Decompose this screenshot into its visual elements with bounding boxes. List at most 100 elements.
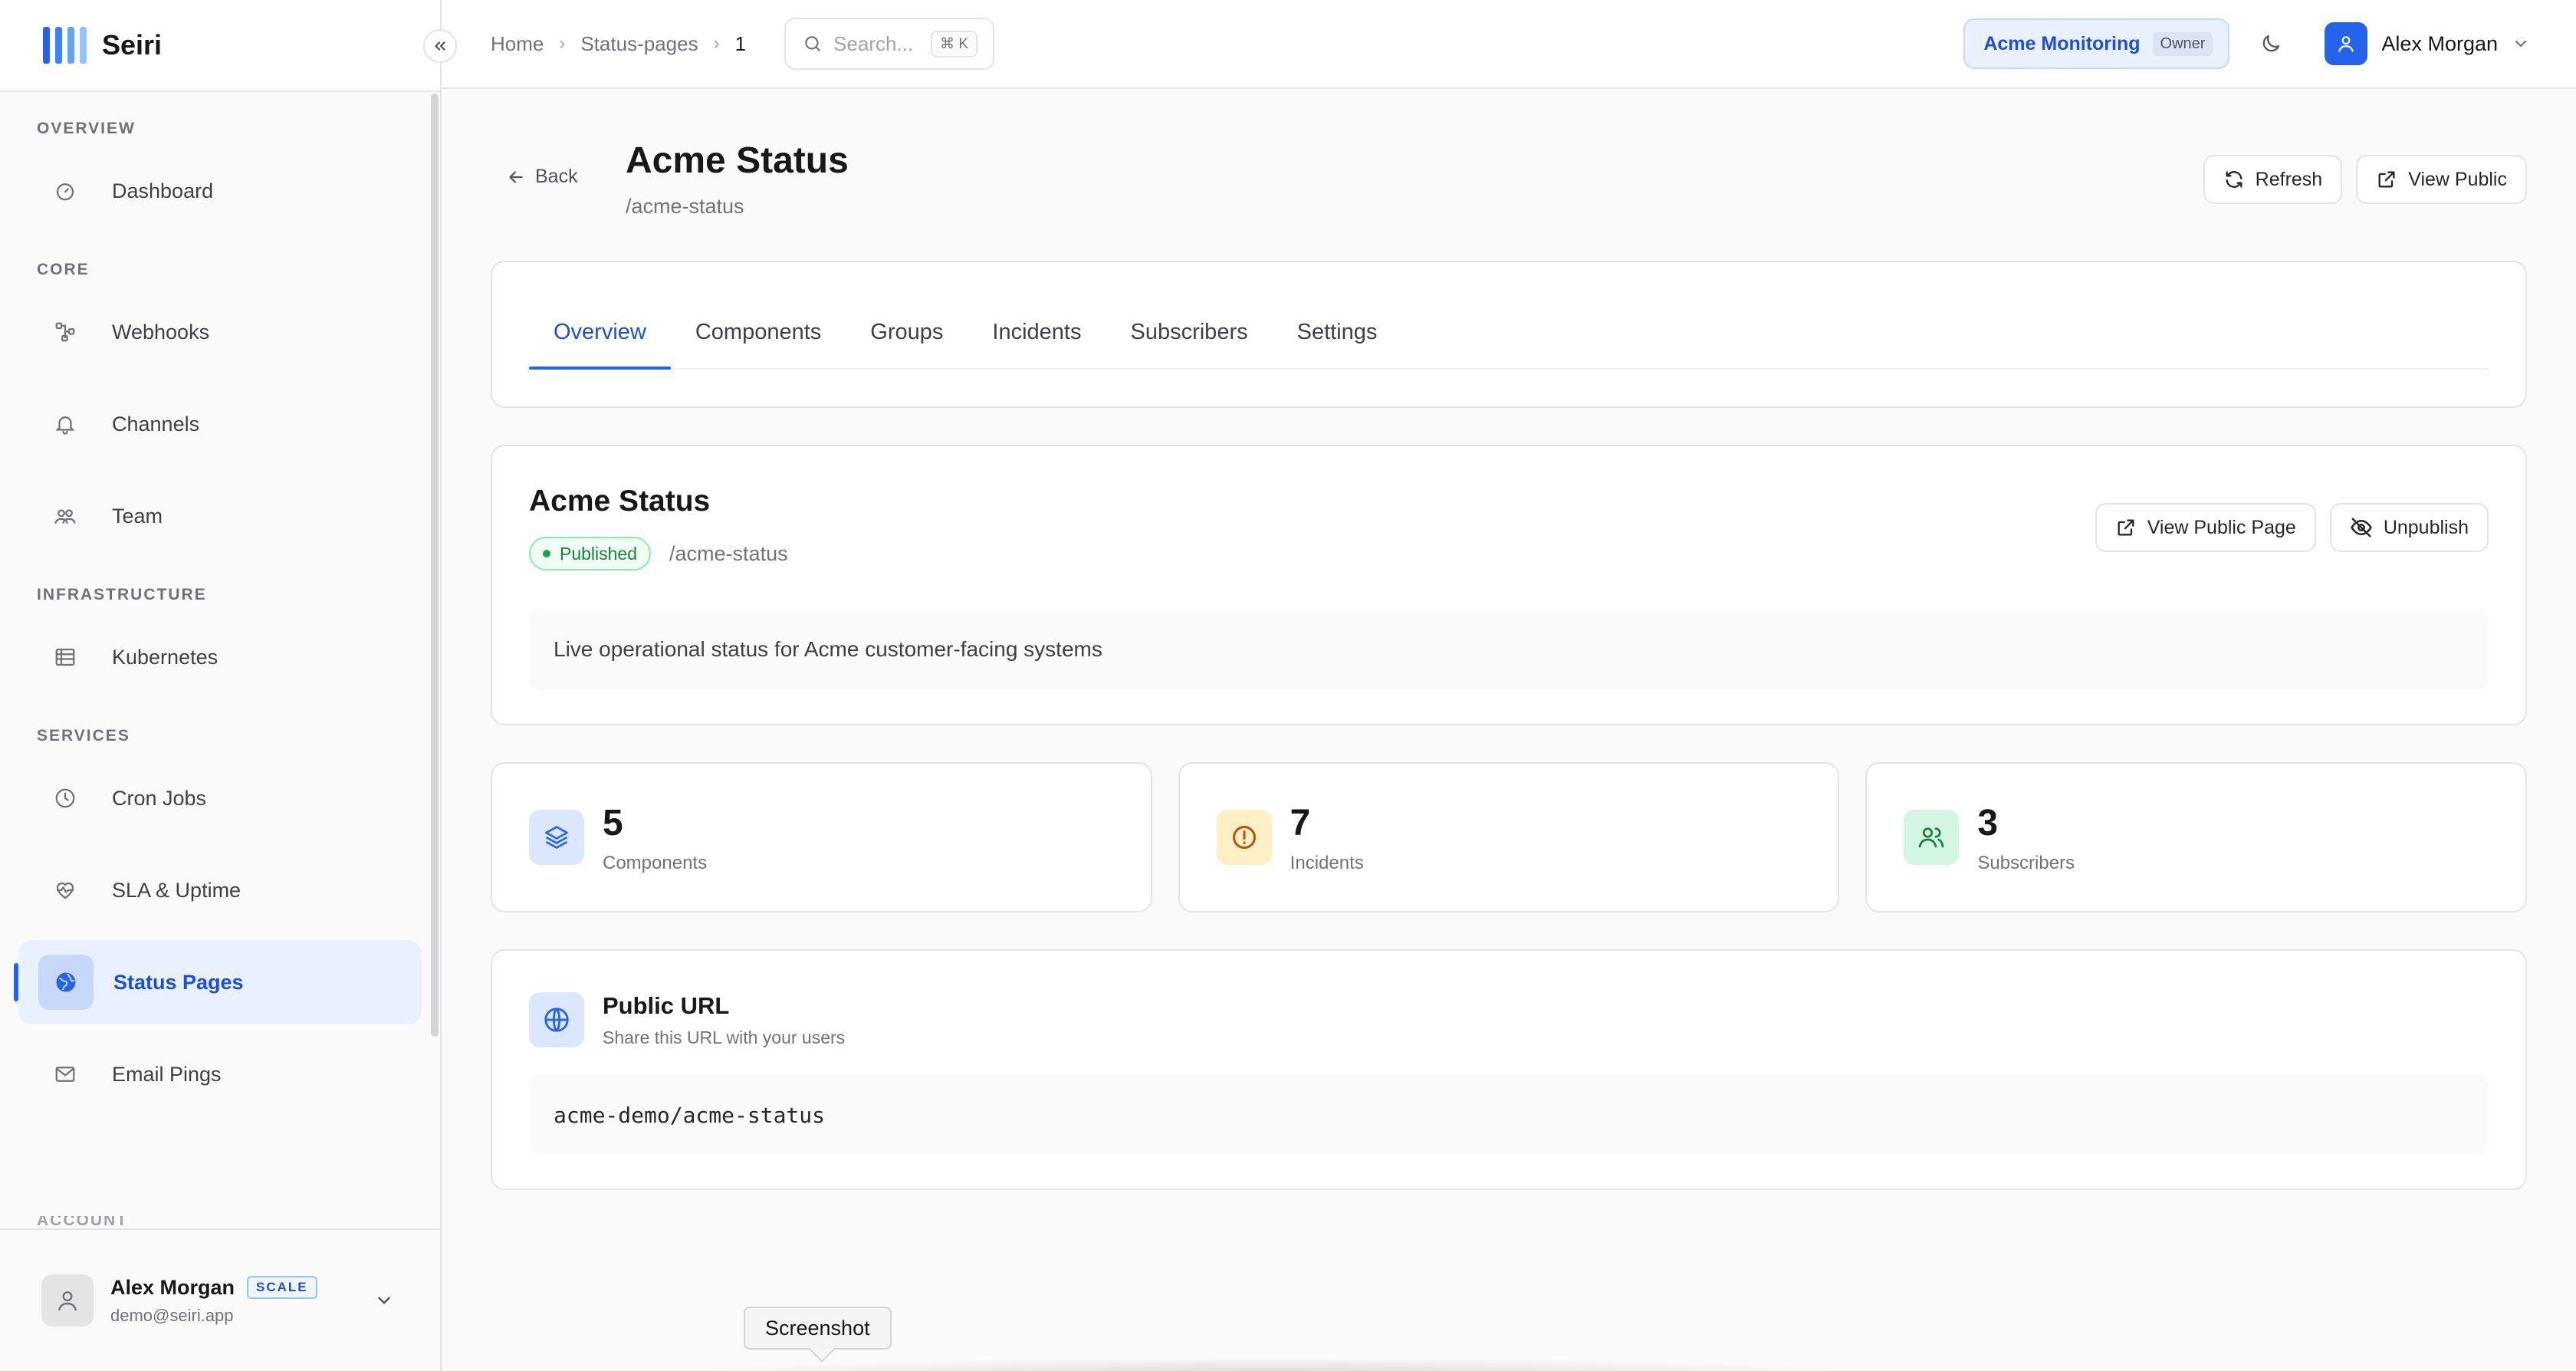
user-icon xyxy=(58,1291,77,1311)
back-button[interactable]: Back xyxy=(506,166,578,188)
sidebar-item-dashboard[interactable]: Dashboard xyxy=(18,149,422,233)
brand[interactable]: Seiri xyxy=(0,0,457,92)
avatar xyxy=(41,1274,94,1327)
sidebar-item-team[interactable]: Team xyxy=(18,474,422,558)
sidebar-scrollbar[interactable] xyxy=(429,94,440,1228)
users-icon xyxy=(1904,810,1960,865)
moon-icon xyxy=(2263,35,2280,52)
user-name: Alex Morgan xyxy=(110,1275,235,1299)
stat-value: 5 xyxy=(603,803,623,843)
view-public-page-button[interactable]: View Public Page xyxy=(2095,503,2316,552)
stat-card-incidents[interactable]: 7 Incidents xyxy=(1178,762,1840,912)
team-icon xyxy=(52,503,78,529)
search-icon xyxy=(805,36,820,51)
screenshot-tooltip: Screenshot xyxy=(744,1307,892,1350)
user-icon xyxy=(2338,36,2354,52)
topbar: Home › Status-pages › 1 Search... ⌘ K Ac… xyxy=(442,0,2576,89)
tab-overview[interactable]: Overview xyxy=(529,320,671,370)
arrow-left-icon xyxy=(509,170,523,183)
account-menu[interactable]: Alex Morgan xyxy=(2325,22,2530,65)
unpublish-button[interactable]: Unpublish xyxy=(2329,503,2489,552)
org-name: Acme Monitoring xyxy=(1983,32,2141,54)
public-url-card: Public URL Share this URL with your user… xyxy=(491,949,2527,1190)
summary-actions: View Public Page Unpublish xyxy=(2095,503,2489,552)
tab-subscribers[interactable]: Subscribers xyxy=(1106,320,1272,368)
app-shell: Seiri OVERVIEW Dashboard CORE Webhooks C… xyxy=(0,0,2576,1371)
search-input[interactable]: Search... ⌘ K xyxy=(784,18,995,70)
sidebar-item-label: Cron Jobs xyxy=(112,786,207,810)
stat-card-components[interactable]: 5 Components xyxy=(491,762,1152,912)
mail-icon xyxy=(52,1061,78,1087)
sidebar-item-label: Team xyxy=(112,504,163,528)
stat-label: Components xyxy=(603,853,708,873)
status-page-description: Live operational status for Acme custome… xyxy=(529,609,2489,690)
sidebar-item-kubernetes[interactable]: Kubernetes xyxy=(18,615,422,699)
dock-shadow xyxy=(675,1357,1871,1371)
tab-settings[interactable]: Settings xyxy=(1273,320,1402,368)
sidebar-item-sla-uptime[interactable]: SLA & Uptime xyxy=(18,848,422,932)
page-slug: /acme-status xyxy=(626,195,744,218)
sidebar-item-label: Kubernetes xyxy=(112,645,219,669)
avatar xyxy=(2325,22,2368,65)
sidebar: Seiri OVERVIEW Dashboard CORE Webhooks C… xyxy=(0,0,457,1371)
globe-icon xyxy=(38,955,94,1010)
public-url-value[interactable]: acme-demo/acme-status xyxy=(529,1075,2489,1155)
clock-icon xyxy=(52,785,78,811)
collapse-sidebar-button[interactable] xyxy=(423,29,457,63)
status-page-summary-card: Acme Status Published /acme-status View … xyxy=(491,445,2527,725)
refresh-label: Refresh xyxy=(2255,168,2323,190)
sidebar-user-card[interactable]: Alex Morgan SCALE demo@seiri.app xyxy=(0,1228,440,1371)
nav-section-overview: OVERVIEW xyxy=(37,120,136,137)
nav-section-core: CORE xyxy=(37,261,90,278)
main: Home › Status-pages › 1 Search... ⌘ K Ac… xyxy=(442,0,2576,1371)
search-shortcut: ⌘ K xyxy=(931,30,978,58)
tab-components[interactable]: Components xyxy=(671,320,846,368)
topbar-right: Acme Monitoring Owner Alex Morgan xyxy=(1963,18,2530,69)
status-dot-icon xyxy=(543,550,550,557)
public-url-subtitle: Share this URL with your users xyxy=(603,1027,846,1047)
sidebar-item-webhooks[interactable]: Webhooks xyxy=(18,290,422,374)
breadcrumb: Home › Status-pages › 1 xyxy=(491,32,746,56)
summary-slug: /acme-status xyxy=(669,541,788,565)
sidebar-item-label: SLA & Uptime xyxy=(112,878,242,902)
stat-card-subscribers[interactable]: 3 Subscribers xyxy=(1865,762,2528,912)
chevron-down-icon xyxy=(2515,40,2527,48)
tab-groups[interactable]: Groups xyxy=(846,320,968,368)
breadcrumb-current: 1 xyxy=(734,31,747,55)
account-name: Alex Morgan xyxy=(2381,31,2498,55)
bell-icon xyxy=(52,411,78,437)
chevron-right-icon: › xyxy=(713,33,720,54)
status-label: Published xyxy=(560,543,638,564)
back-label: Back xyxy=(535,166,578,187)
stat-label: Subscribers xyxy=(1977,853,2075,873)
tab-incidents[interactable]: Incidents xyxy=(968,320,1106,368)
stats-row: 5 Components 7 Incidents 3 Subscribers xyxy=(491,762,2528,912)
sidebar-item-cron-jobs[interactable]: Cron Jobs xyxy=(18,756,422,840)
org-switcher[interactable]: Acme Monitoring Owner xyxy=(1963,18,2230,69)
sidebar-item-status-pages[interactable]: Status Pages xyxy=(14,940,422,1024)
view-public-button[interactable]: View Public xyxy=(2356,155,2527,204)
refresh-button[interactable]: Refresh xyxy=(2203,155,2343,204)
sidebar-item-email-pings[interactable]: Email Pings xyxy=(18,1032,422,1116)
role-badge: Owner xyxy=(2152,31,2213,56)
chevrons-left-icon xyxy=(435,41,445,51)
sidebar-scrollbar-thumb[interactable] xyxy=(431,94,439,1037)
sidebar-item-label: Webhooks xyxy=(112,320,210,344)
breadcrumb-status-pages[interactable]: Status-pages xyxy=(580,32,698,56)
page-header: Back Acme Status /acme-status Refresh Vi… xyxy=(491,89,2527,261)
unpublish-label: Unpublish xyxy=(2383,516,2469,538)
sidebar-item-label: Email Pings xyxy=(112,1062,222,1086)
page-content: Back Acme Status /acme-status Refresh Vi… xyxy=(491,89,2528,1190)
view-public-label: View Public xyxy=(2408,168,2507,190)
nav-section-services: SERVICES xyxy=(37,727,130,745)
chevron-right-icon: › xyxy=(559,33,566,54)
globe-icon xyxy=(529,992,584,1047)
theme-toggle-button[interactable] xyxy=(2248,21,2294,67)
summary-meta: Published /acme-status xyxy=(529,537,788,570)
sidebar-nav: OVERVIEW Dashboard CORE Webhooks Channel… xyxy=(0,92,440,1227)
tab-bar: Overview Components Groups Incidents Sub… xyxy=(529,262,2489,370)
summary-title: Acme Status xyxy=(529,485,711,518)
sidebar-item-channels[interactable]: Channels xyxy=(18,382,422,466)
chevron-down-icon[interactable] xyxy=(374,1290,394,1310)
breadcrumb-home[interactable]: Home xyxy=(491,32,544,56)
